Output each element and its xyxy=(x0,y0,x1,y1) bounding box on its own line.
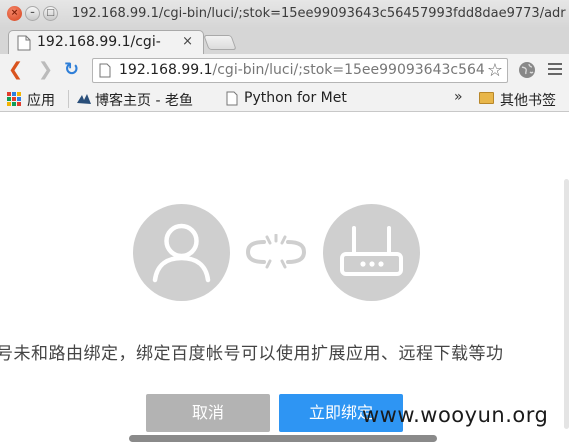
watermark-text: www.wooyun.org xyxy=(362,403,549,427)
page-icon xyxy=(17,35,31,51)
bird-icon xyxy=(77,94,91,104)
toolbar: ❮ ❯ ↻ 192.168.99.1/cgi-bin/luci/;stok=15… xyxy=(0,54,569,86)
broken-link-icon xyxy=(245,234,307,269)
forward-icon[interactable]: ❯ xyxy=(38,60,53,80)
title-bar: × – □ 192.168.99.1/cgi-bin/luci/;stok=15… xyxy=(0,0,569,28)
tab-title: 192.168.99.1/cgi- xyxy=(37,34,161,50)
horizontal-scrollbar[interactable] xyxy=(129,435,437,442)
apps-icon[interactable] xyxy=(7,92,21,106)
tab-close-icon[interactable]: × xyxy=(182,34,193,49)
folder-icon xyxy=(479,92,494,104)
bookmark-item-python[interactable]: Python for Met xyxy=(244,90,362,106)
window-maximize-button[interactable]: □ xyxy=(43,6,58,21)
router-icon xyxy=(323,204,420,301)
vertical-scrollbar[interactable] xyxy=(564,179,569,429)
extension-globe-icon[interactable] xyxy=(518,61,536,79)
page-icon xyxy=(99,63,111,78)
address-bar[interactable]: 192.168.99.1/cgi-bin/luci/;stok=15ee9909… xyxy=(92,58,508,83)
tab-strip: 192.168.99.1/cgi- × xyxy=(0,28,569,54)
bookmark-apps[interactable]: 应用 xyxy=(27,90,55,110)
cancel-button[interactable]: 取消 xyxy=(146,394,270,432)
url-path: /cgi-bin/luci/;stok=15ee99093643c564 xyxy=(212,62,485,78)
bookmarks-bar: 应用 博客主页 - 老鱼 Python for Met » 其他书签 xyxy=(0,86,569,112)
bookmarks-more-icon[interactable]: » xyxy=(454,89,463,105)
menu-icon[interactable] xyxy=(548,63,562,75)
user-avatar-icon xyxy=(133,204,230,301)
reload-icon[interactable]: ↻ xyxy=(64,60,79,80)
url-host: 192.168.99.1 xyxy=(119,62,213,78)
window-title: 192.168.99.1/cgi-bin/luci/;stok=15ee9909… xyxy=(72,6,566,21)
back-icon[interactable]: ❮ xyxy=(8,60,23,80)
url-text[interactable]: 192.168.99.1/cgi-bin/luci/;stok=15ee9909… xyxy=(119,62,485,78)
window-minimize-button[interactable]: – xyxy=(25,6,40,21)
browser-tab[interactable]: 192.168.99.1/cgi- × xyxy=(8,30,204,54)
bookmark-item-blog[interactable]: 博客主页 - 老鱼 xyxy=(95,90,193,110)
bookmark-separator xyxy=(68,90,69,108)
new-tab-button[interactable] xyxy=(203,35,237,50)
window-close-button[interactable]: × xyxy=(7,6,22,21)
page-icon xyxy=(226,91,238,106)
binding-message: 号未和路由绑定，绑定百度帐号可以使用扩展应用、远程下载等功 xyxy=(0,344,504,364)
bookmark-star-icon[interactable]: ☆ xyxy=(487,60,503,81)
bookmark-other[interactable]: 其他书签 xyxy=(500,90,556,110)
page-content: 号未和路由绑定，绑定百度帐号可以使用扩展应用、远程下载等功 取消 立即绑定 ww… xyxy=(0,113,569,445)
